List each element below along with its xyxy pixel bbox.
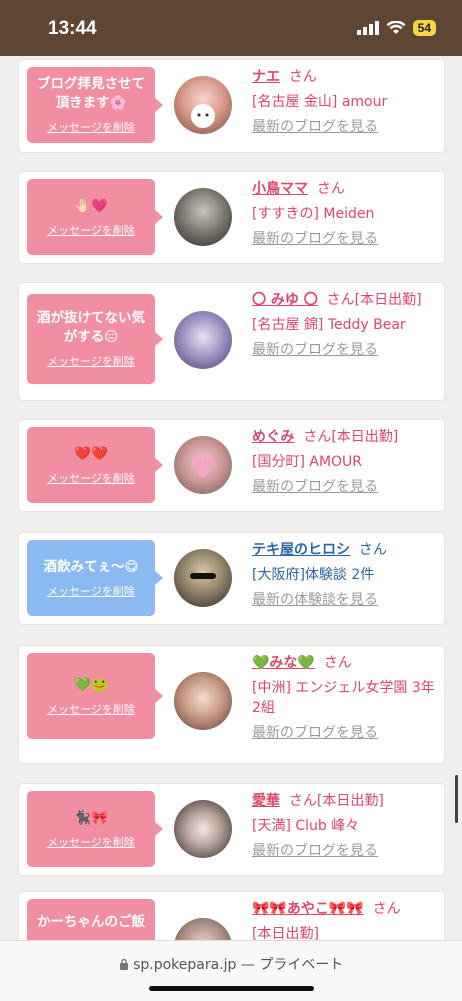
delete-message-link[interactable]: メッセージを削除 bbox=[47, 701, 135, 717]
wifi-icon bbox=[386, 21, 406, 34]
private-mode-label: プライベート bbox=[259, 957, 344, 973]
message-bubble: 酒が抜けてない気がする😑 メッセージを削除 bbox=[27, 294, 163, 384]
delete-message-link[interactable]: メッセージを削除 bbox=[47, 834, 135, 850]
name-suffix: さん bbox=[372, 901, 401, 917]
profile-name-link[interactable]: ナエ bbox=[252, 69, 280, 85]
message-text: ブログ拝見させて頂きます🌸 bbox=[37, 76, 145, 111]
profile-info: 💚みな💚 さん [中洲] エンジェル女学園 3年2組 最新のブログを見る bbox=[252, 653, 436, 743]
delete-message-link[interactable]: メッセージを削除 bbox=[47, 222, 135, 238]
shop-name: [大阪府]体験談 2件 bbox=[252, 567, 375, 583]
avatar[interactable] bbox=[174, 76, 232, 134]
latest-blog-link[interactable]: 最新のブログを見る bbox=[252, 229, 436, 249]
battery-icon: 54 bbox=[412, 20, 436, 36]
latest-blog-link[interactable]: 最新のブログを見る bbox=[252, 477, 436, 497]
list-item: 酒飲みてぇ〜😋 メッセージを削除 テキ屋のヒロシ さん [大阪府]体験談 2件 … bbox=[19, 533, 444, 624]
avatar[interactable] bbox=[174, 311, 232, 369]
message-bubble: ブログ拝見させて頂きます🌸 メッセージを削除 bbox=[27, 67, 163, 143]
name-suffix: さん[本日出勤] bbox=[326, 292, 422, 308]
name-suffix: さん bbox=[323, 655, 352, 671]
message-text: 酒が抜けてない気がする😑 bbox=[37, 310, 145, 345]
status-time: 13:44 bbox=[48, 18, 97, 39]
message-text: ❤️❤️ bbox=[74, 445, 108, 462]
name-suffix: さん bbox=[316, 181, 345, 197]
profile-name-link[interactable]: 愛華 bbox=[252, 793, 280, 809]
profile-name-link[interactable]: 〇 みゆ 〇 bbox=[252, 292, 318, 308]
browser-url-bar[interactable]: sp.pokepara.jp — プライベート bbox=[0, 940, 462, 1001]
message-text: 💚🐸 bbox=[74, 676, 108, 693]
profile-info: ナエ さん [名古屋 金山] amour 最新のブログを見る bbox=[252, 67, 436, 137]
latest-blog-link[interactable]: 最新のブログを見る bbox=[252, 340, 436, 360]
name-suffix: さん[本日出勤] bbox=[303, 429, 399, 445]
latest-blog-link[interactable]: 最新のブログを見る bbox=[252, 723, 436, 743]
list-item: 💚🐸 メッセージを削除 💚みな💚 さん [中洲] エンジェル女学園 3年2組 最… bbox=[19, 646, 444, 763]
message-text: 🤚🏻💗 bbox=[74, 197, 108, 214]
delete-message-link[interactable]: メッセージを削除 bbox=[47, 119, 135, 135]
profile-name-link[interactable]: 小鳥ママ bbox=[252, 181, 308, 197]
avatar[interactable] bbox=[174, 672, 232, 730]
signal-icon bbox=[356, 21, 379, 35]
name-suffix: さん bbox=[288, 69, 317, 85]
delete-message-link[interactable]: メッセージを削除 bbox=[47, 470, 135, 486]
list-item: ブログ拝見させて頂きます🌸 メッセージを削除 ナエ さん [名古屋 金山] am… bbox=[19, 60, 444, 152]
shop-name: [天満] Club 峰々 bbox=[252, 818, 360, 834]
avatar[interactable] bbox=[174, 549, 232, 607]
list-item: 🐈‍⬛🎀 メッセージを削除 愛華 さん[本日出勤] [天満] Club 峰々 最… bbox=[19, 784, 444, 875]
profile-name-link[interactable]: 💚みな💚 bbox=[252, 655, 315, 671]
avatar[interactable] bbox=[174, 188, 232, 246]
url-separator: — bbox=[240, 957, 255, 973]
shop-name: [名古屋 錦] Teddy Bear bbox=[252, 317, 406, 333]
message-text: 酒飲みてぇ〜😋 bbox=[43, 558, 139, 575]
message-text: 🐈‍⬛🎀 bbox=[74, 809, 108, 826]
profile-name-link[interactable]: テキ屋のヒロシ bbox=[252, 542, 350, 558]
name-suffix: さん[本日出勤] bbox=[288, 793, 384, 809]
latest-blog-link[interactable]: 最新のブログを見る bbox=[252, 117, 436, 137]
avatar[interactable] bbox=[174, 800, 232, 858]
url-display[interactable]: sp.pokepara.jp — プライベート bbox=[0, 954, 462, 974]
avatar[interactable] bbox=[174, 436, 232, 494]
status-bar: 13:44 54 bbox=[0, 0, 462, 56]
message-bubble: 🐈‍⬛🎀 メッセージを削除 bbox=[27, 791, 163, 867]
message-text: かーちゃんのご飯 bbox=[37, 914, 145, 930]
latest-blog-link[interactable]: 最新のブログを見る bbox=[252, 841, 436, 861]
latest-review-link[interactable]: 最新の体験談を見る bbox=[252, 590, 436, 610]
shop-name: [名古屋 金山] amour bbox=[252, 94, 388, 110]
profile-info: めぐみ さん[本日出勤] [国分町] AMOUR 最新のブログを見る bbox=[252, 427, 436, 497]
name-suffix: さん bbox=[358, 542, 387, 558]
shop-name: [中洲] エンジェル女学園 3年2組 bbox=[252, 680, 435, 716]
profile-info: 愛華 さん[本日出勤] [天満] Club 峰々 最新のブログを見る bbox=[252, 791, 436, 861]
profile-info: 〇 みゆ 〇 さん[本日出勤] [名古屋 錦] Teddy Bear 最新のブロ… bbox=[252, 290, 436, 360]
home-indicator[interactable] bbox=[149, 986, 314, 991]
message-bubble: 酒飲みてぇ〜😋 メッセージを削除 bbox=[27, 540, 163, 616]
list-item: 酒が抜けてない気がする😑 メッセージを削除 〇 みゆ 〇 さん[本日出勤] [名… bbox=[19, 283, 444, 400]
profile-name-link[interactable]: めぐみ bbox=[252, 429, 294, 445]
lock-icon bbox=[119, 958, 128, 970]
profile-name-link[interactable]: 🎀🎀あやこ🎀🎀 bbox=[252, 901, 364, 917]
profile-info: 小鳥ママ さん [すすきの] Meiden 最新のブログを見る bbox=[252, 179, 436, 249]
url-domain: sp.pokepara.jp bbox=[133, 957, 237, 973]
list-item: 🤚🏻💗 メッセージを削除 小鳥ママ さん [すすきの] Meiden 最新のブロ… bbox=[19, 172, 444, 263]
shop-name: [すすきの] Meiden bbox=[252, 206, 375, 222]
delete-message-link[interactable]: メッセージを削除 bbox=[47, 353, 135, 369]
message-bubble: ❤️❤️ メッセージを削除 bbox=[27, 427, 163, 503]
status-icons: 54 bbox=[356, 20, 436, 36]
list-item: ❤️❤️ メッセージを削除 めぐみ さん[本日出勤] [国分町] AMOUR 最… bbox=[19, 420, 444, 511]
profile-info: 🎀🎀あやこ🎀🎀 さん [本日出勤] bbox=[252, 899, 436, 944]
scrollbar[interactable] bbox=[455, 775, 458, 823]
delete-message-link[interactable]: メッセージを削除 bbox=[47, 583, 135, 599]
profile-info: テキ屋のヒロシ さん [大阪府]体験談 2件 最新の体験談を見る bbox=[252, 540, 436, 610]
message-bubble: 🤚🏻💗 メッセージを削除 bbox=[27, 179, 163, 255]
shop-name: [国分町] AMOUR bbox=[252, 454, 363, 470]
message-bubble: 💚🐸 メッセージを削除 bbox=[27, 653, 163, 739]
